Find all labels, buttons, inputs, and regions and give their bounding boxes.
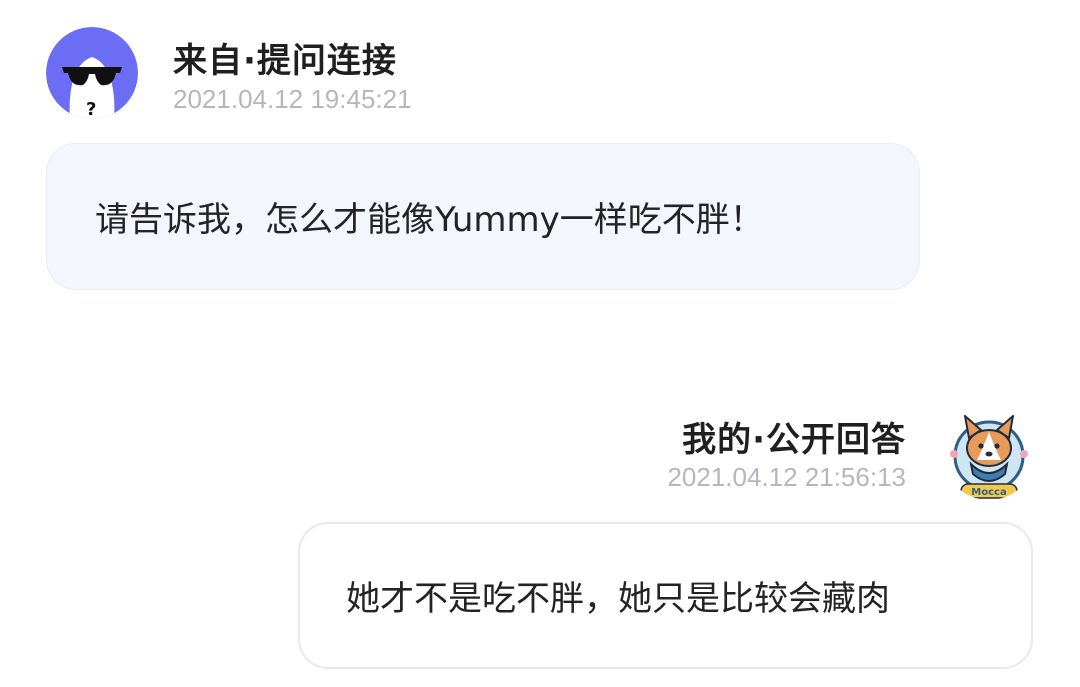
sender-avatar[interactable]: ? xyxy=(46,27,138,119)
avatar-badge-text: Mocca xyxy=(971,487,1006,498)
answer-text: 她才不是吃不胖，她只是比较会藏肉 xyxy=(346,579,890,619)
sunglasses-ghost-icon: ? xyxy=(46,27,138,119)
question-bubble: 请告诉我，怎么才能像Yummy一样吃不胖！ xyxy=(46,143,920,290)
question-text: 请告诉我，怎么才能像Yummy一样吃不胖！ xyxy=(95,200,764,240)
answer-timestamp: 2021.04.12 21:56:13 xyxy=(667,462,906,492)
svg-text:?: ? xyxy=(86,99,96,119)
answer-sender-label: 我的·公开回答 xyxy=(682,420,906,460)
question-sender-label: 来自·提问连接 xyxy=(173,41,397,81)
question-timestamp: 2021.04.12 19:45:21 xyxy=(173,84,412,114)
answer-bubble: 她才不是吃不胖，她只是比较会藏肉 xyxy=(298,522,1033,669)
corgi-dog-icon: Mocca xyxy=(943,408,1035,500)
user-avatar[interactable]: Mocca xyxy=(943,408,1035,500)
